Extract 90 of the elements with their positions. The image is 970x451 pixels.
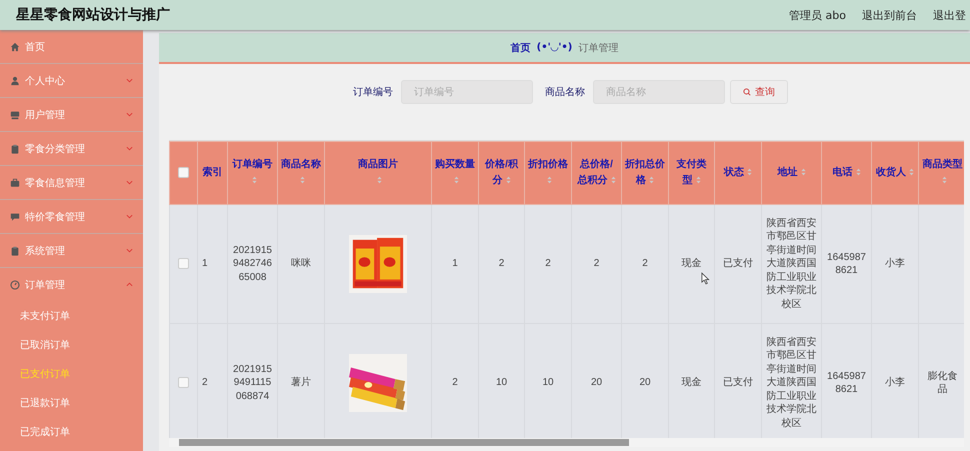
table-cell: 2	[545, 257, 551, 271]
table-cell: 2	[594, 257, 600, 271]
table-cell: 薯片	[291, 376, 311, 390]
mouse-cursor-icon	[701, 272, 710, 285]
table-cell: 10	[542, 376, 554, 390]
table-cell: 陕西省西安市鄠邑区甘亭街道时间大道陕西国防工业职业技术学院北校区	[766, 336, 817, 430]
caret-icon	[126, 248, 133, 253]
column-header[interactable]: 地址	[778, 164, 806, 181]
select-all-checkbox[interactable]	[178, 166, 189, 178]
sort-icon[interactable]	[909, 168, 914, 176]
menu-item[interactable]: 个人中心	[0, 64, 143, 98]
table-cell: 16459878621	[826, 250, 867, 278]
row-checkbox[interactable]	[178, 377, 189, 388]
search-field[interactable]: 订单编号	[401, 80, 533, 104]
table-cell: 1	[202, 257, 208, 271]
sort-icon[interactable]	[747, 168, 752, 176]
column-header[interactable]: 商品图片	[357, 157, 399, 189]
field-label: 订单编号	[353, 86, 393, 99]
row-checkbox[interactable]	[178, 258, 189, 270]
menu-item[interactable]: 零食分类管理	[0, 132, 143, 166]
table-cell: 20	[639, 376, 651, 390]
menu-item[interactable]: 用户管理	[0, 98, 143, 132]
sort-icon[interactable]	[252, 176, 256, 184]
submenu-item[interactable]: 已退款订单	[0, 388, 143, 417]
table-cell: 现金	[682, 257, 702, 271]
clipboard-icon	[10, 144, 20, 154]
submenu-item[interactable]: 已完成订单	[0, 417, 143, 446]
table-cell: 已支付	[723, 257, 753, 271]
sort-icon[interactable]	[300, 176, 305, 184]
table-cell: 1	[452, 257, 458, 271]
home-icon	[10, 42, 20, 52]
table-cell: 2	[498, 257, 504, 271]
table-cell: 10	[496, 376, 508, 390]
sort-icon[interactable]	[610, 176, 616, 184]
table-cell: 小李	[885, 257, 905, 271]
sort-icon[interactable]	[506, 176, 510, 184]
sort-icon[interactable]	[942, 176, 946, 184]
table-cell: 陕西省西安市鄠邑区甘亭街道时间大道陕西国防工业职业技术学院北校区	[766, 216, 817, 312]
column-header[interactable]: 索引	[202, 164, 222, 181]
search-button[interactable]: 查询	[730, 80, 788, 104]
monitor-icon	[10, 110, 20, 120]
menu-item[interactable]: 订单管理	[0, 268, 143, 301]
table-cell: 20	[590, 376, 602, 390]
caret-icon	[126, 78, 133, 83]
table-cell: 咪咪	[291, 257, 311, 271]
search-icon	[743, 88, 751, 96]
gauge-icon	[10, 280, 20, 290]
user-icon	[10, 76, 20, 86]
menu-item[interactable]: 首页	[0, 30, 143, 64]
site-title: 星星零食网站设计与推广	[16, 6, 170, 24]
search-field[interactable]: 商品名称	[593, 80, 725, 104]
menu-item[interactable]: 系统管理	[0, 234, 143, 268]
submenu-item[interactable]: 已取消订单	[0, 330, 143, 359]
sort-icon[interactable]	[649, 176, 654, 184]
table-cell: 2	[452, 376, 458, 390]
sort-icon[interactable]	[800, 168, 806, 176]
table-cell: 小李	[885, 376, 905, 390]
table-cell: 现金	[682, 376, 702, 390]
column-header[interactable]: 电话	[832, 164, 860, 181]
table-cell: 已支付	[723, 376, 753, 390]
caret-icon	[126, 112, 133, 117]
header-link[interactable]: 退出登	[933, 8, 966, 22]
sort-icon[interactable]	[547, 176, 552, 184]
sort-icon[interactable]	[454, 176, 459, 184]
admin-name: 管理员 abo	[789, 8, 846, 22]
caret-icon	[126, 146, 133, 151]
table-cell: 2021915948274665008	[232, 244, 273, 284]
sort-icon[interactable]	[377, 176, 382, 184]
menu-item[interactable]: 零食信息管理	[0, 166, 143, 200]
sort-icon[interactable]	[856, 168, 860, 176]
header-link[interactable]: 退出到前台	[862, 8, 917, 22]
clipboard-icon	[10, 246, 20, 256]
breadcrumb-separator: (•'◡'•)	[536, 42, 572, 53]
column-header[interactable]: 状态	[724, 164, 752, 181]
submenu-item[interactable]: 未支付订单	[0, 301, 143, 330]
table-cell: 2	[202, 376, 208, 390]
caret-icon	[126, 214, 133, 219]
table-cell: 20219159491115068874	[232, 362, 273, 404]
chat-icon	[10, 212, 20, 222]
menu-item[interactable]: 特价零食管理	[0, 200, 143, 234]
caret-icon	[126, 282, 133, 287]
table-cell: 2	[642, 257, 648, 271]
sort-icon[interactable]	[696, 176, 700, 184]
field-label: 商品名称	[545, 86, 585, 99]
breadcrumb-current: 订单管理	[578, 42, 618, 54]
caret-icon	[126, 180, 133, 185]
briefcase-icon	[10, 178, 20, 188]
table-cell-text: 膨化食品	[926, 370, 958, 396]
table-cell: 16459878621	[826, 370, 867, 396]
breadcrumb-link[interactable]: 首页	[510, 40, 531, 54]
